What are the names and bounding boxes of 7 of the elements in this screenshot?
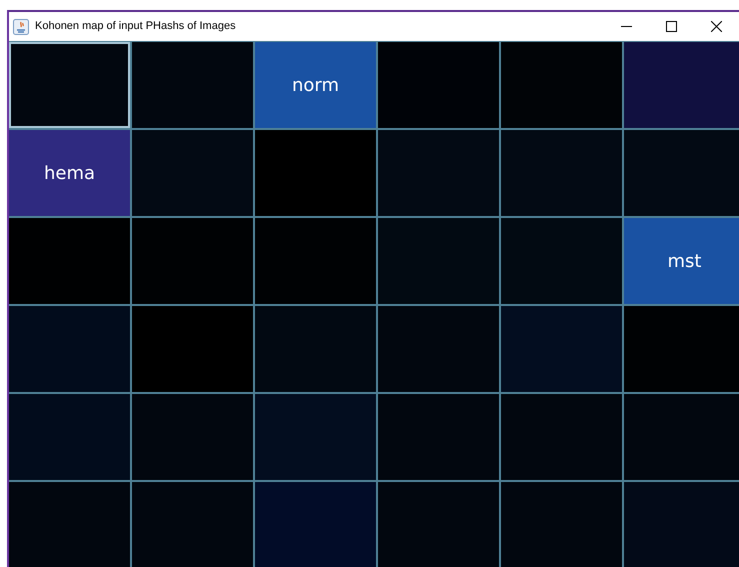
maximize-icon[interactable] [666,21,677,32]
close-icon[interactable] [711,21,722,32]
cell-label: norm [292,74,340,98]
app-icon [13,18,29,34]
cell-label: mst [668,250,702,274]
cell-label: hema [44,162,96,186]
window-title: Kohonen map of input PHashs of Images [35,19,236,34]
